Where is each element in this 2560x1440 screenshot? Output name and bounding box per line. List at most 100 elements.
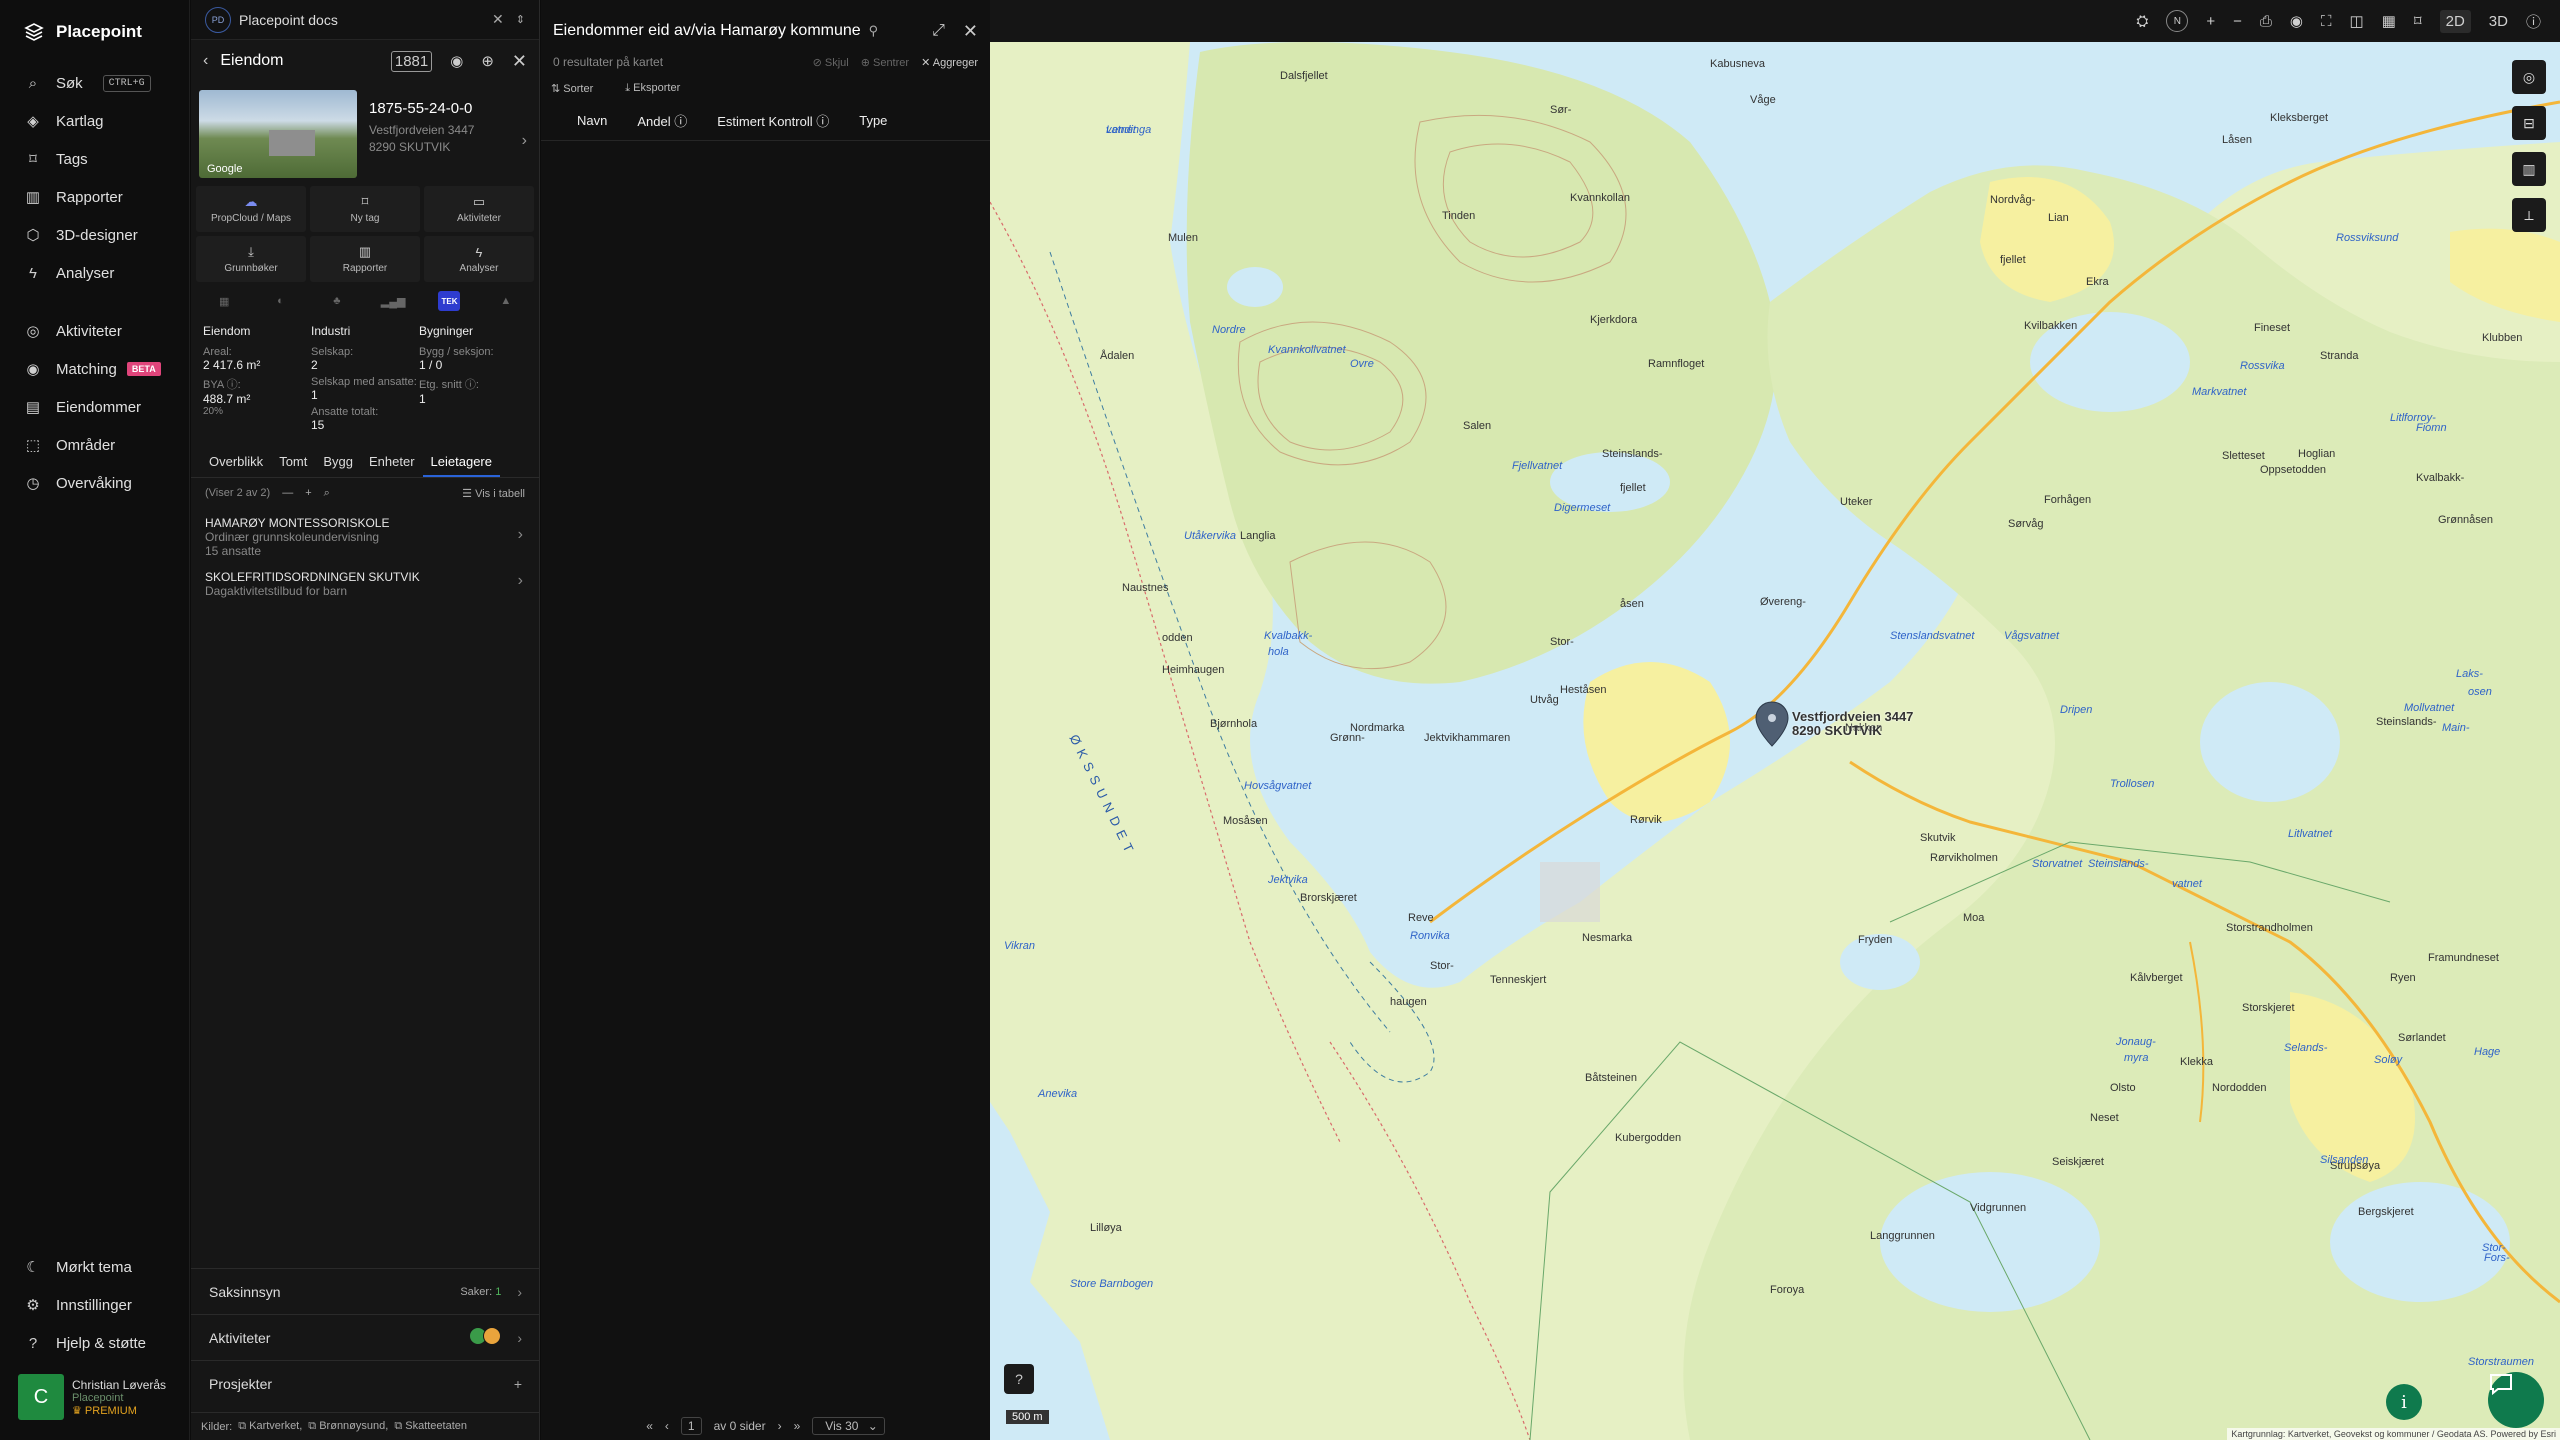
mode-2d-button[interactable]: 2D xyxy=(2439,9,2471,33)
mode-3d-button[interactable]: 3D xyxy=(2489,13,2508,30)
globe-tile-icon[interactable]: ◐ xyxy=(269,291,291,311)
bookmark-icon[interactable]: ⌑ xyxy=(2414,12,2422,30)
propcloud-button[interactable]: ☁ PropCloud / Maps xyxy=(196,186,306,232)
link-icon[interactable]: ⚲ xyxy=(869,23,879,39)
center-button[interactable]: ⊕ Sentrer xyxy=(861,56,909,69)
land-registry-button[interactable]: ⤓ Grunnbøker xyxy=(196,236,306,282)
stat-value: 2 417.6 m² xyxy=(203,358,261,372)
tab-bygg[interactable]: Bygg xyxy=(315,446,361,477)
close-icon[interactable]: ✕ xyxy=(492,11,504,28)
camera-icon[interactable]: ◫ xyxy=(2350,12,2364,30)
table-view-button[interactable]: ☰ Vis i tabell xyxy=(462,487,525,500)
sidebar-item-matching[interactable]: ◉ Matching BETA xyxy=(0,350,189,388)
place-label: Kvilbakken xyxy=(2024,320,2078,332)
sidebar-item-rapporter[interactable]: ▥ Rapporter xyxy=(0,178,189,216)
source-link[interactable]: ⧉ Kartverket, xyxy=(238,1420,302,1433)
first-page-icon[interactable]: « xyxy=(646,1419,653,1433)
eye-icon[interactable]: ◉ xyxy=(2290,12,2303,30)
plus-icon[interactable]: + xyxy=(305,487,311,499)
ruler-icon[interactable]: ⊟ xyxy=(2512,106,2546,140)
sidebar-item-mørkt-tema[interactable]: ☾ Mørkt tema xyxy=(0,1248,190,1286)
saksinnsyn-section[interactable]: Saksinnsyn Saker: 1 › xyxy=(191,1268,540,1314)
column-header[interactable]: Type xyxy=(859,113,887,128)
back-icon[interactable]: ‹ xyxy=(203,52,208,70)
grid-icon[interactable]: ▦ xyxy=(2382,12,2396,30)
new-tag-button[interactable]: ⌑ Ny tag xyxy=(310,186,420,232)
aggregate-button[interactable]: ✕ Aggreger xyxy=(921,56,978,69)
column-header[interactable]: Andel ⓘ xyxy=(637,111,687,130)
triangle-tile-icon[interactable]: ▲ xyxy=(495,291,517,311)
sort-button[interactable]: ⇅ Sorter xyxy=(551,82,609,95)
expand-icon[interactable]: ⤢ xyxy=(932,22,945,40)
sidebar-item-label: Matching xyxy=(56,360,117,378)
list-item[interactable]: HAMARØY MONTESSORISKOLE Ordinær grunnsko… xyxy=(191,508,539,562)
print-icon[interactable]: ⎙ xyxy=(2260,13,2272,30)
fullscreen-icon[interactable]: ⛶ xyxy=(2321,13,2332,30)
sidebar-item-innstillinger[interactable]: ⚙ Innstillinger xyxy=(0,1286,190,1324)
chart-icon[interactable]: ▥ xyxy=(2512,152,2546,186)
close-panel-icon[interactable]: ✕ xyxy=(512,51,527,72)
sidebar-item-områder[interactable]: ⬚ Områder xyxy=(0,426,189,464)
tab-overblikk[interactable]: Overblikk xyxy=(201,446,271,477)
basemap-icon[interactable]: ◎ xyxy=(2512,60,2546,94)
sidebar-item-analyser[interactable]: ϟ Analyser xyxy=(0,254,189,292)
compass-icon[interactable]: N xyxy=(2166,10,2189,32)
tab-enheter[interactable]: Enheter xyxy=(361,446,423,477)
tab-leietagere[interactable]: Leietagere xyxy=(422,446,500,477)
activities-button[interactable]: ▭ Aktiviteter xyxy=(424,186,534,232)
next-page-icon[interactable]: › xyxy=(778,1419,782,1433)
tag-1881-button[interactable]: 1881 xyxy=(390,50,433,72)
zoom-in-icon[interactable]: + xyxy=(2206,13,2215,30)
reports-button[interactable]: ▥ Rapporter xyxy=(310,236,420,282)
export-button[interactable]: ⤓ Eksporter xyxy=(625,82,696,95)
measure-icon[interactable]: ⟂ xyxy=(2512,198,2546,232)
map-view[interactable]: Dalsfjellet Kabusneva Våge Sør- Kleksberget L… xyxy=(990,42,2560,1440)
sidebar-item-kartlag[interactable]: ◈ Kartlag xyxy=(0,102,189,140)
page-input[interactable]: 1 xyxy=(680,1417,702,1435)
sidebar-item-aktiviteter[interactable]: ◎ Aktiviteter xyxy=(0,312,189,350)
list-item[interactable]: SKOLEFRITIDSORDNINGEN SKUTVIK Dagaktivit… xyxy=(191,562,539,602)
user-profile[interactable]: C Christian Løverås Placepoint ♛ PREMIUM xyxy=(0,1362,190,1440)
hide-button[interactable]: ⊘ Skjul xyxy=(813,56,849,69)
street-view-photo[interactable]: Google xyxy=(199,90,357,178)
sidebar-item-hjelp-støtte[interactable]: ? Hjelp & støtte xyxy=(0,1324,190,1362)
place-label: Grønnåsen xyxy=(2438,514,2494,526)
eye-icon[interactable]: ◉ xyxy=(450,52,463,70)
prev-page-icon[interactable]: ‹ xyxy=(665,1419,669,1433)
brand[interactable]: Placepoint xyxy=(0,0,189,64)
prosjekter-section[interactable]: Prosjekter + xyxy=(191,1360,540,1406)
column-header[interactable]: Estimert Kontroll ⓘ xyxy=(717,111,829,130)
tab-tomt[interactable]: Tomt xyxy=(271,446,315,477)
chat-button[interactable] xyxy=(2488,1372,2544,1428)
sidebar-item-eiendommer[interactable]: ▤ Eiendommer xyxy=(0,388,189,426)
close-results-icon[interactable]: ✕ xyxy=(963,21,978,42)
sidebar-item-tags[interactable]: ⌑ Tags xyxy=(0,140,189,178)
plus-icon[interactable]: + xyxy=(514,1376,522,1392)
bars-tile-icon[interactable]: ▂▄▆ xyxy=(381,291,406,311)
doc-bar[interactable]: PD Placepoint docs ✕ ⇕ xyxy=(191,0,539,40)
minus-icon[interactable]: — xyxy=(282,487,293,499)
zoom-out-icon[interactable]: − xyxy=(2233,13,2242,30)
sidebar-item-overvåking[interactable]: ◷ Overvåking xyxy=(0,464,189,502)
sidebar-item-søk[interactable]: ⌕ Søk CTRL+G xyxy=(0,64,189,102)
plant-tile-icon[interactable]: ♣ xyxy=(326,291,348,311)
analyses-button[interactable]: ϟ Analyser xyxy=(424,236,534,282)
aktiviteter-section[interactable]: Aktiviteter › xyxy=(191,1314,540,1360)
property-card[interactable]: Google 1875-55-24-0-0 Vestfjordveien 344… xyxy=(191,82,539,186)
chevron-right-icon[interactable]: › xyxy=(522,132,527,150)
info-icon[interactable]: ⓘ xyxy=(2526,11,2541,32)
chevron-updown-icon[interactable]: ⇕ xyxy=(516,13,525,26)
source-link[interactable]: ⧉ Skatteetaten xyxy=(394,1420,467,1433)
layers-3d-icon[interactable]: ⛭ xyxy=(2136,13,2148,30)
search-icon[interactable]: ⌕ xyxy=(324,487,330,500)
info-button[interactable]: i xyxy=(2386,1384,2422,1420)
help-icon[interactable]: ? xyxy=(1004,1364,1034,1394)
square-tile-icon[interactable]: ▦ xyxy=(213,291,235,311)
source-link[interactable]: ⧉ Brønnøysund, xyxy=(308,1420,388,1433)
tek-tile[interactable]: TEK xyxy=(438,291,461,311)
add-circle-icon[interactable]: ⊕ xyxy=(481,52,494,70)
sidebar-item-3d-designer[interactable]: ⬡ 3D-designer xyxy=(0,216,189,254)
last-page-icon[interactable]: » xyxy=(794,1419,801,1433)
column-header[interactable]: Navn xyxy=(577,113,607,128)
per-page-select[interactable]: Vis 30 ⌄ xyxy=(812,1417,885,1435)
